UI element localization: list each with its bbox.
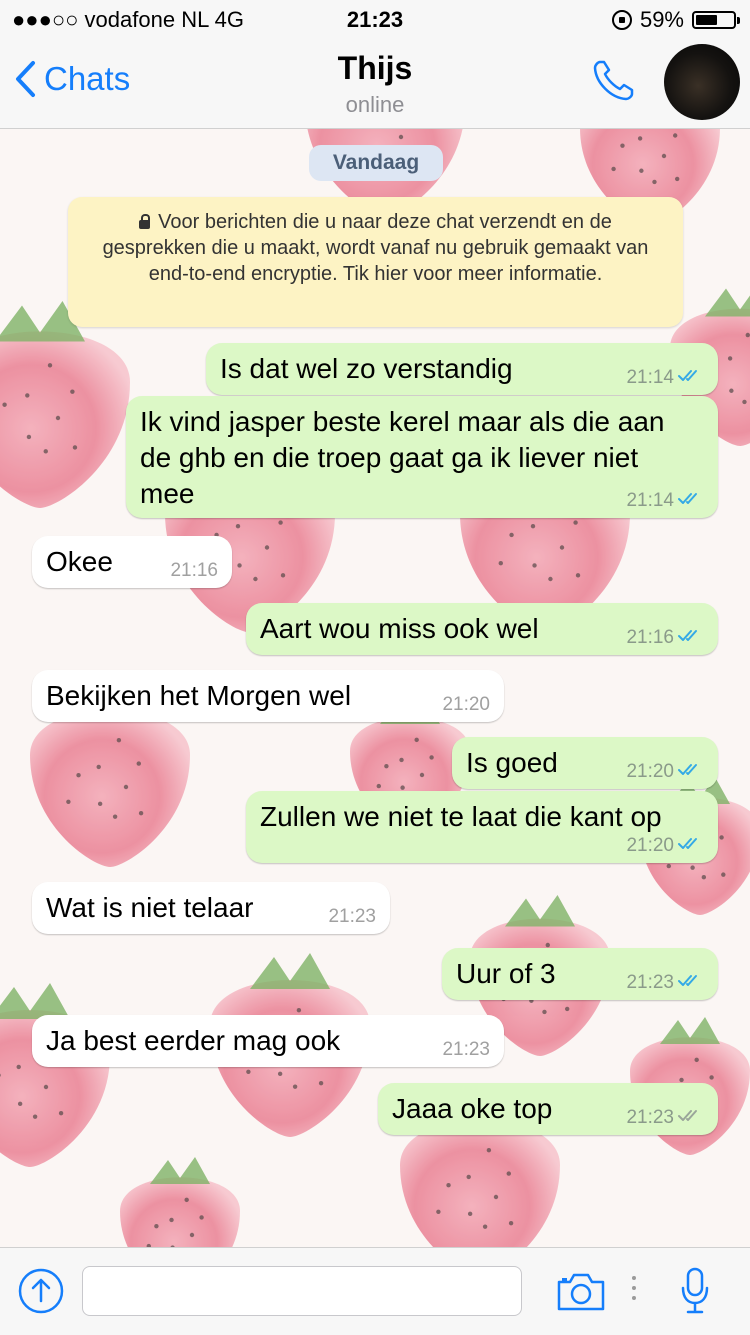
read-ticks-icon (678, 972, 704, 994)
message-bubble-outgoing[interactable]: Is goed 21:20 (452, 737, 718, 789)
lock-icon (139, 214, 151, 229)
message-bubble-outgoing[interactable]: Is dat wel zo verstandig 21:14 (206, 343, 718, 395)
upload-icon (18, 1268, 64, 1314)
message-bubble-outgoing[interactable]: Zullen we niet te laat die kant op 21:20 (246, 791, 718, 863)
message-meta: 21:23 (626, 972, 704, 994)
strawberry-decoration (0, 983, 110, 1167)
message-meta: 21:16 (170, 560, 218, 582)
message-text: Uur of 3 (456, 958, 556, 989)
message-time: 21:20 (442, 694, 490, 715)
read-ticks-icon (678, 835, 704, 857)
message-time: 21:23 (626, 1107, 674, 1128)
message-bubble-incoming[interactable]: Ja best eerder mag ook 21:23 (32, 1015, 504, 1067)
message-time: 21:14 (626, 490, 674, 511)
avatar[interactable] (664, 44, 740, 120)
message-time: 21:23 (626, 972, 674, 993)
chat-header: Chats Thijs online (0, 40, 750, 129)
rotation-lock-icon (611, 10, 632, 30)
status-right: 59% (611, 7, 740, 33)
message-text: Aart wou miss ook wel (260, 613, 539, 644)
message-text: Wat is niet telaar (46, 892, 254, 923)
message-bubble-outgoing[interactable]: Jaaa oke top 21:23 (378, 1083, 718, 1135)
message-text: Ik vind jasper beste kerel maar als die … (140, 406, 665, 509)
read-ticks-icon (678, 761, 704, 783)
battery-percent: 59% (639, 7, 684, 32)
message-bubble-outgoing[interactable]: Ik vind jasper beste kerel maar als die … (126, 396, 718, 518)
camera-icon (557, 1273, 605, 1311)
read-ticks-icon (678, 490, 704, 512)
message-bubble-outgoing[interactable]: Uur of 3 21:23 (442, 948, 718, 1000)
input-bar (0, 1247, 750, 1335)
message-time: 21:20 (626, 761, 674, 782)
message-bubble-outgoing[interactable]: Aart wou miss ook wel 21:16 (246, 603, 718, 655)
message-text: Jaaa oke top (392, 1093, 553, 1124)
message-meta: 21:20 (626, 835, 704, 857)
message-time: 21:16 (626, 627, 674, 648)
message-meta: 21:16 (626, 627, 704, 649)
message-meta: 21:23 (442, 1039, 490, 1061)
delivered-ticks-icon (678, 1107, 704, 1129)
battery-icon (692, 11, 740, 29)
read-ticks-icon (678, 627, 704, 649)
message-meta: 21:20 (626, 761, 704, 783)
strawberry-decoration (120, 1157, 240, 1247)
attach-button[interactable] (18, 1268, 64, 1319)
message-meta: 21:14 (626, 490, 704, 512)
message-text: Is goed (466, 747, 558, 778)
message-bubble-incoming[interactable]: Okee 21:16 (32, 536, 232, 588)
camera-button[interactable] (556, 1272, 606, 1317)
strawberry-decoration (0, 301, 130, 508)
message-text: Is dat wel zo verstandig (220, 353, 513, 384)
message-time: 21:16 (170, 560, 218, 581)
more-icon[interactable] (632, 1276, 636, 1300)
message-text: Zullen we niet te laat die kant op (260, 801, 662, 832)
chat-area[interactable]: Vandaag Voor berichten die u naar deze c… (0, 129, 750, 1247)
microphone-icon (681, 1267, 709, 1314)
message-text: Okee (46, 546, 113, 577)
phone-icon (593, 60, 634, 101)
microphone-button[interactable] (680, 1266, 710, 1321)
message-time: 21:20 (626, 835, 674, 856)
message-time: 21:23 (328, 906, 376, 927)
encryption-notice[interactable]: Voor berichten die u naar deze chat verz… (68, 197, 683, 327)
message-text: Ja best eerder mag ook (46, 1025, 341, 1056)
message-text: Bekijken het Morgen wel (46, 680, 352, 711)
message-time: 21:14 (626, 367, 674, 388)
message-meta: 21:14 (626, 367, 704, 389)
call-button[interactable] (590, 56, 638, 109)
message-meta: 21:23 (328, 906, 376, 928)
date-separator: Vandaag (309, 145, 443, 181)
message-meta: 21:23 (626, 1107, 704, 1129)
message-input[interactable] (82, 1266, 522, 1316)
message-bubble-incoming[interactable]: Wat is niet telaar 21:23 (32, 882, 390, 934)
encryption-notice-text: Voor berichten die u naar deze chat verz… (102, 211, 649, 285)
read-ticks-icon (678, 367, 704, 389)
message-time: 21:23 (442, 1039, 490, 1060)
status-bar: ●●●○○ vodafone NL 4G 21:23 59% (0, 0, 750, 40)
message-meta: 21:20 (442, 694, 490, 716)
message-bubble-incoming[interactable]: Bekijken het Morgen wel 21:20 (32, 670, 504, 722)
